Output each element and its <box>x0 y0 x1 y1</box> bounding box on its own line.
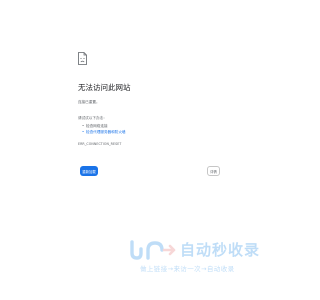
error-title: 无法访问此网站 <box>78 83 131 92</box>
watermark-logo-icon <box>130 240 176 260</box>
sad-document-icon <box>78 52 87 65</box>
details-button[interactable]: 详情 <box>207 166 220 176</box>
error-subtitle: 连接已重置。 <box>78 100 100 104</box>
suggestion-text[interactable]: 检查代理服务器和防火墙 <box>86 130 126 134</box>
error-code: ERR_CONNECTION_RESET <box>78 142 122 146</box>
try-label: 请试试以下办法： <box>78 116 107 120</box>
watermark: 自动秒收录 做上链接→来访一次→自动收录 <box>128 236 288 276</box>
reload-button[interactable]: 重新加载 <box>80 166 98 176</box>
suggestion-text: 检查网络连接 <box>86 124 108 128</box>
suggestion-list: • 检查网络连接 • 检查代理服务器和防火墙 <box>82 123 126 135</box>
watermark-slogan: 做上链接→来访一次→自动收录 <box>140 265 235 273</box>
suggestion-link[interactable]: • 检查代理服务器和防火墙 <box>82 129 126 135</box>
watermark-brand: 自动秒收录 <box>180 241 261 259</box>
